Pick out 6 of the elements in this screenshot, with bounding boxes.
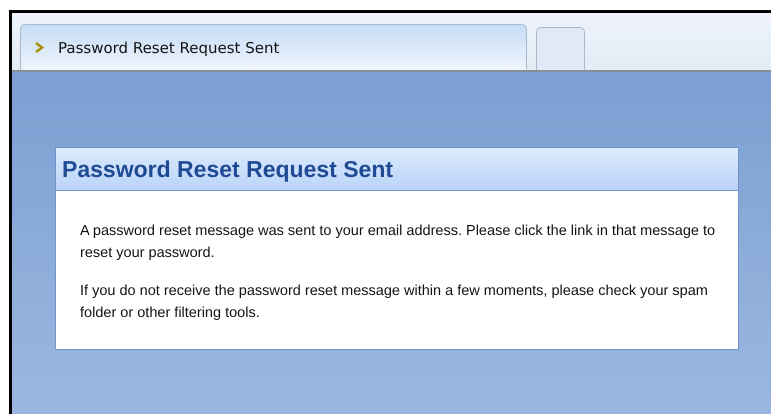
message-text: If you do not receive the password reset message within a few moments, please check your spam folder or other filtering tools.	[80, 282, 709, 323]
message-text: A password reset message was sent to your email address. Please click the link in that message to reset your password.	[80, 222, 716, 263]
tab[interactable]: Password Reset Request Sent	[20, 24, 527, 70]
chevron-icon	[35, 42, 44, 53]
tab[interactable]	[536, 27, 585, 70]
card-title: Password Reset Request Sent	[56, 148, 738, 191]
